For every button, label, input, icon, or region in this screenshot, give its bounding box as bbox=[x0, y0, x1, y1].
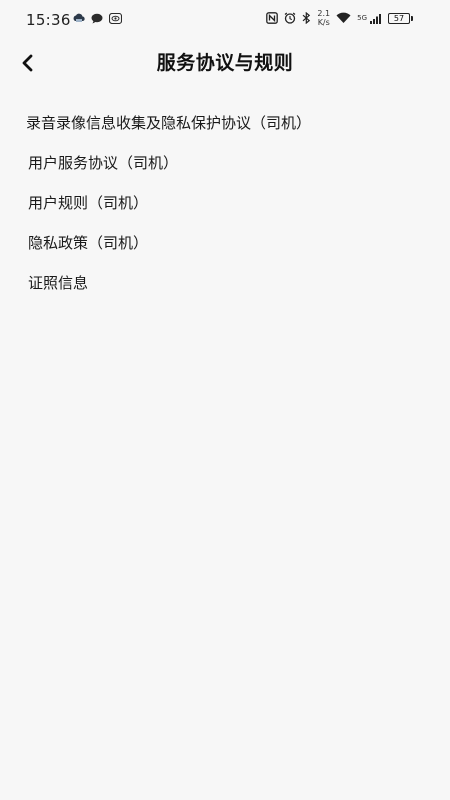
net-speed: 2.1 K/s bbox=[317, 9, 330, 27]
nfc-icon bbox=[266, 12, 279, 24]
list-item-recording-privacy-agreement[interactable]: 录音录像信息收集及隐私保护协议（司机） bbox=[0, 102, 450, 142]
list-item-label: 录音录像信息收集及隐私保护协议（司机） bbox=[26, 113, 312, 132]
page-header: 服务协议与规则 bbox=[0, 40, 450, 84]
list-item-user-rules[interactable]: 用户规则（司机） bbox=[0, 182, 450, 222]
cloud-notification-icon bbox=[73, 13, 85, 24]
status-bar: 15:36 2.1 K/s 5G 57 bbox=[0, 0, 450, 36]
message-icon bbox=[91, 13, 103, 24]
list-item-license-info[interactable]: 证照信息 bbox=[0, 262, 450, 302]
alarm-icon bbox=[284, 12, 296, 24]
battery-indicator: 57 bbox=[388, 12, 413, 24]
bluetooth-icon bbox=[302, 12, 311, 24]
list-item-label: 用户规则（司机） bbox=[28, 193, 149, 212]
wifi-icon bbox=[336, 12, 351, 24]
list-item-label: 用户服务协议（司机） bbox=[28, 153, 179, 172]
signal-label: 5G bbox=[357, 13, 367, 22]
status-right-icons: 2.1 K/s 5G 57 bbox=[266, 9, 413, 27]
status-left-icons bbox=[73, 13, 122, 24]
agreement-list: 录音录像信息收集及隐私保护协议（司机） 用户服务协议（司机） 用户规则（司机） … bbox=[0, 102, 450, 302]
list-item-user-service-agreement[interactable]: 用户服务协议（司机） bbox=[0, 142, 450, 182]
signal-icon bbox=[370, 13, 382, 24]
eye-icon bbox=[109, 13, 122, 24]
net-speed-unit: K/s bbox=[317, 18, 330, 27]
list-item-label: 证照信息 bbox=[28, 273, 89, 292]
net-speed-value: 2.1 bbox=[317, 9, 331, 18]
page-title: 服务协议与规则 bbox=[156, 52, 294, 74]
list-item-privacy-policy[interactable]: 隐私政策（司机） bbox=[0, 222, 450, 262]
status-time: 15:36 bbox=[26, 11, 71, 29]
list-item-label: 隐私政策（司机） bbox=[28, 233, 149, 252]
